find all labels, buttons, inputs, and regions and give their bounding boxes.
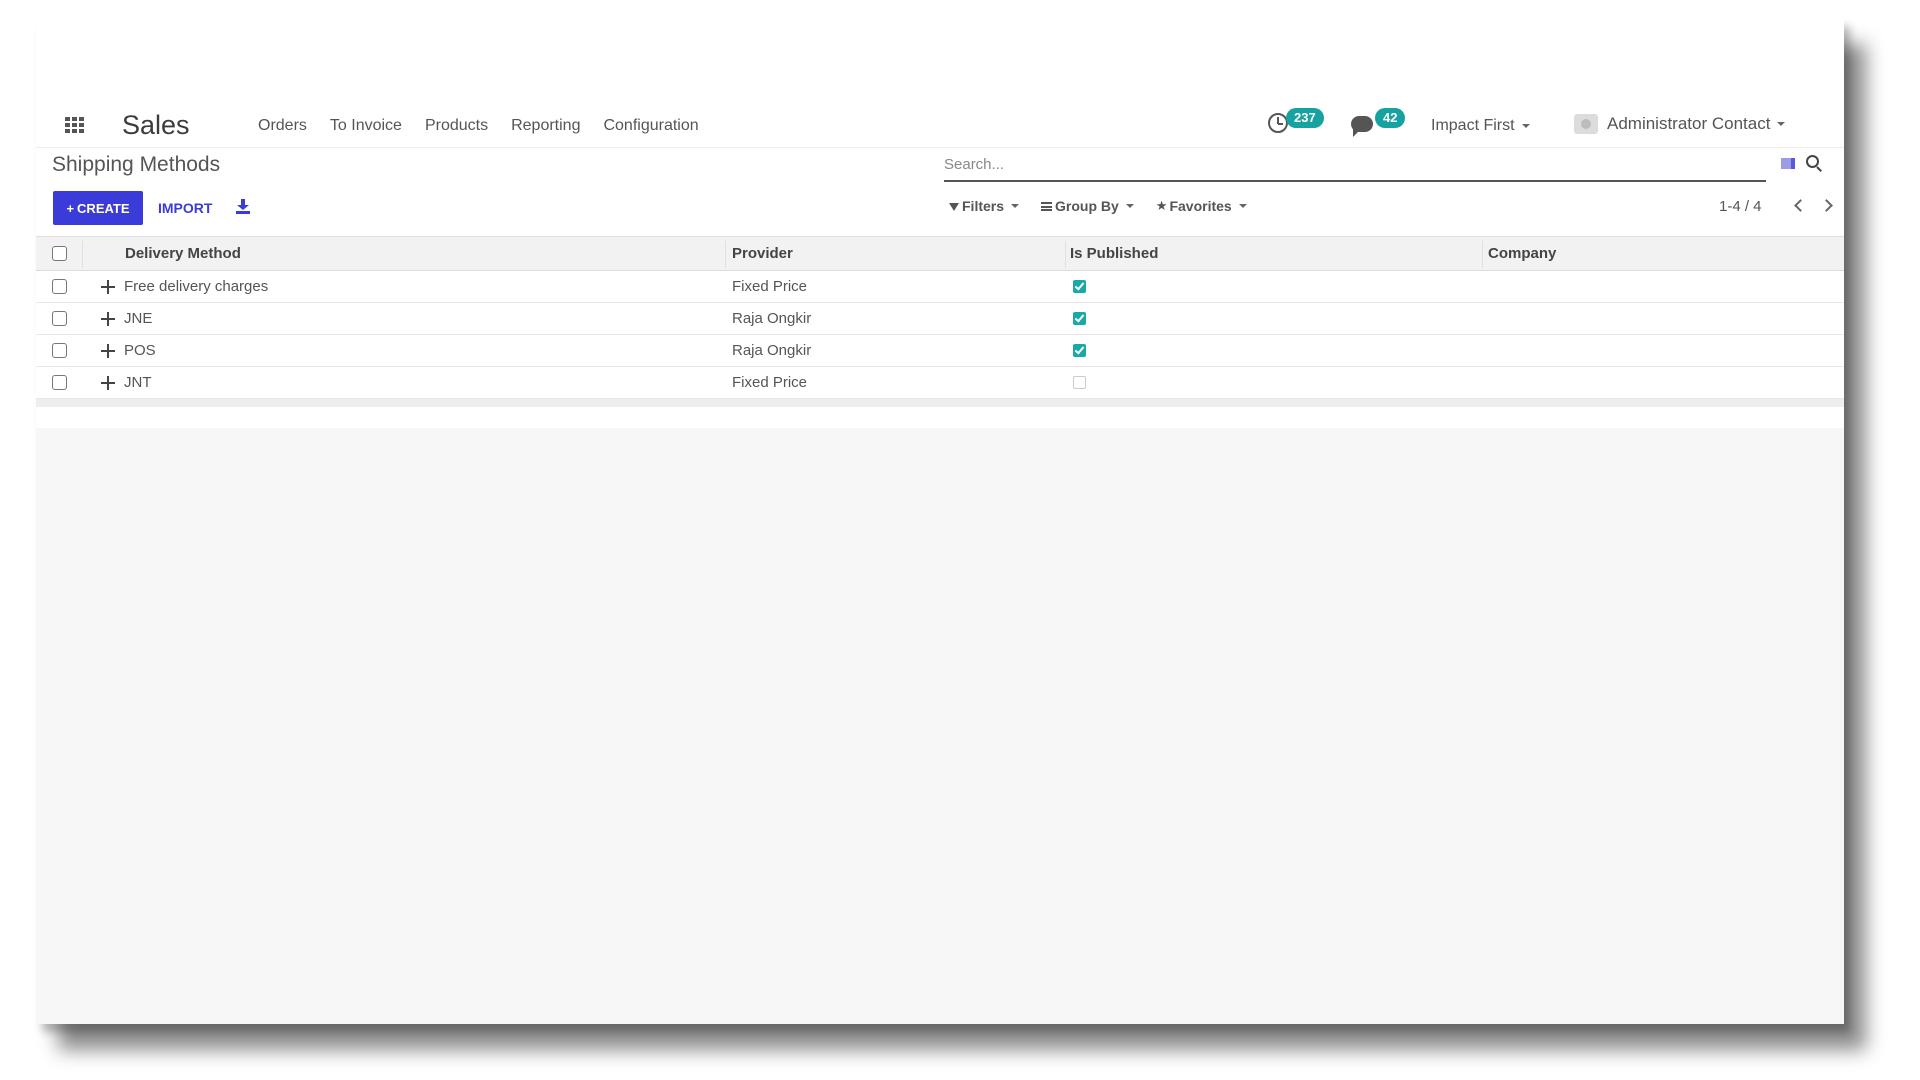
drag-handle-icon[interactable] bbox=[101, 375, 115, 390]
provider-cell: Fixed Price bbox=[732, 374, 808, 391]
groupby-label: Group By bbox=[1055, 198, 1119, 214]
list-empty-area bbox=[36, 428, 1844, 1024]
row-checkbox[interactable] bbox=[52, 279, 67, 294]
row-checkbox[interactable] bbox=[52, 343, 67, 358]
filter-icon bbox=[949, 203, 959, 211]
company-switcher[interactable]: Impact First bbox=[1431, 117, 1530, 135]
filters-label: Filters bbox=[962, 198, 1005, 214]
import-button[interactable]: IMPORT bbox=[158, 200, 212, 216]
messaging-menu[interactable]: 42 bbox=[1351, 108, 1421, 137]
select-all-checkbox[interactable] bbox=[52, 246, 67, 261]
pager-previous-icon[interactable] bbox=[1794, 199, 1807, 212]
menu-item-products[interactable]: Products bbox=[425, 117, 488, 135]
pager-value[interactable]: 1-4 / 4 bbox=[1719, 198, 1762, 215]
star-icon: ★ bbox=[1155, 198, 1168, 213]
delivery-method-cell: JNT bbox=[124, 374, 152, 391]
filters-dropdown[interactable]: Filters bbox=[949, 198, 1020, 214]
breadcrumb: Shipping Methods bbox=[52, 153, 221, 176]
table-row[interactable]: POS Raja Ongkir bbox=[36, 335, 1844, 367]
published-checkbox-checked bbox=[1073, 280, 1086, 293]
favorites-dropdown[interactable]: ★ Favorites bbox=[1156, 198, 1247, 214]
create-label: CREATE bbox=[77, 200, 130, 216]
delivery-method-cell: POS bbox=[124, 342, 156, 359]
search-bar bbox=[944, 154, 1766, 182]
plus-icon: + bbox=[66, 200, 75, 216]
activity-badge: 237 bbox=[1286, 108, 1324, 128]
column-header-company[interactable]: Company bbox=[1488, 237, 1556, 270]
menu-item-orders[interactable]: Orders bbox=[258, 117, 307, 135]
list-view-table: Delivery Method Provider Is Published Co… bbox=[36, 236, 1844, 407]
menu-item-reporting[interactable]: Reporting bbox=[511, 117, 580, 135]
column-header-is-published[interactable]: Is Published bbox=[1070, 237, 1158, 270]
table-row[interactable]: JNT Fixed Price bbox=[36, 367, 1844, 399]
table-header: Delivery Method Provider Is Published Co… bbox=[36, 236, 1844, 271]
apps-icon[interactable] bbox=[65, 117, 85, 133]
provider-cell: Fixed Price bbox=[732, 278, 808, 295]
table-row[interactable]: Free delivery charges Fixed Price bbox=[36, 271, 1844, 303]
column-header-delivery-method[interactable]: Delivery Method bbox=[125, 237, 241, 270]
app-window: Sales Orders To Invoice Products Reporti… bbox=[36, 18, 1844, 1024]
user-name: Administrator Contact bbox=[1607, 114, 1771, 133]
menu-item-configuration[interactable]: Configuration bbox=[603, 117, 698, 135]
main-menu: Orders To Invoice Products Reporting Con… bbox=[258, 117, 699, 135]
table-footer bbox=[36, 399, 1844, 407]
message-badge: 42 bbox=[1375, 108, 1406, 128]
chat-icon bbox=[1351, 116, 1373, 137]
provider-cell: Raja Ongkir bbox=[732, 310, 812, 327]
avatar bbox=[1574, 114, 1598, 134]
provider-cell: Raja Ongkir bbox=[732, 342, 812, 359]
drag-handle-icon[interactable] bbox=[101, 311, 115, 326]
create-button[interactable]: + CREATE bbox=[53, 191, 143, 225]
menu-item-to-invoice[interactable]: To Invoice bbox=[330, 117, 402, 135]
chevron-down-icon bbox=[1238, 204, 1247, 208]
chevron-down-icon bbox=[1777, 122, 1786, 126]
download-icon[interactable] bbox=[236, 199, 250, 214]
groupby-dropdown[interactable]: Group By bbox=[1041, 198, 1134, 214]
drag-handle-icon[interactable] bbox=[101, 343, 115, 358]
row-checkbox[interactable] bbox=[52, 375, 67, 390]
search-icon[interactable] bbox=[1806, 155, 1823, 172]
pager-next-icon[interactable] bbox=[1820, 199, 1833, 212]
clock-icon bbox=[1268, 113, 1288, 133]
chevron-down-icon bbox=[1125, 204, 1134, 208]
search-options-icon[interactable] bbox=[1781, 158, 1795, 169]
user-menu[interactable]: Administrator Contact bbox=[1574, 114, 1786, 134]
column-header-provider[interactable]: Provider bbox=[732, 237, 793, 270]
published-checkbox-checked bbox=[1073, 344, 1086, 357]
delivery-method-cell: Free delivery charges bbox=[124, 278, 269, 295]
select-all-cell bbox=[52, 237, 67, 270]
table-row[interactable]: JNE Raja Ongkir bbox=[36, 303, 1844, 335]
published-checkbox-checked bbox=[1073, 312, 1086, 325]
drag-handle-icon[interactable] bbox=[101, 279, 115, 294]
chevron-down-icon bbox=[1011, 204, 1020, 208]
search-input[interactable] bbox=[944, 156, 1724, 173]
row-checkbox[interactable] bbox=[52, 311, 67, 326]
top-navbar: Sales Orders To Invoice Products Reporti… bbox=[36, 90, 1844, 148]
published-checkbox-unchecked bbox=[1073, 376, 1086, 389]
chevron-down-icon bbox=[1521, 123, 1530, 128]
group-icon bbox=[1041, 201, 1053, 211]
search-panel-toggles: Filters Group By ★ Favorites bbox=[949, 198, 1247, 214]
company-name: Impact First bbox=[1431, 117, 1515, 134]
activity-menu[interactable]: 237 bbox=[1268, 108, 1338, 134]
app-name[interactable]: Sales bbox=[122, 110, 190, 141]
delivery-method-cell: JNE bbox=[124, 310, 153, 327]
favorites-label: Favorites bbox=[1169, 198, 1232, 214]
